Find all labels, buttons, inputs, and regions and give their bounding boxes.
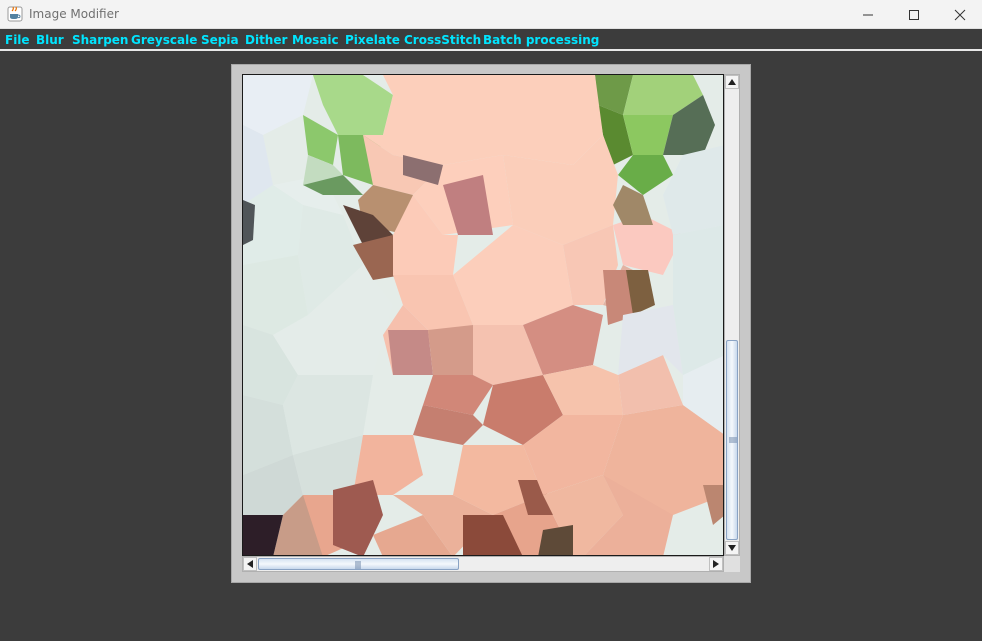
java-coffee-icon bbox=[7, 6, 23, 22]
vertical-scrollbar[interactable] bbox=[724, 74, 740, 556]
title-bar: Image Modifier bbox=[0, 0, 982, 29]
scroll-up-arrow[interactable] bbox=[725, 75, 739, 89]
menu-blur[interactable]: Blur bbox=[36, 33, 64, 47]
menu-sepia[interactable]: Sepia bbox=[201, 33, 239, 47]
chevron-left-icon bbox=[247, 560, 253, 568]
chevron-right-icon bbox=[713, 560, 719, 568]
scroll-right-arrow[interactable] bbox=[709, 557, 723, 571]
horizontal-scroll-thumb[interactable] bbox=[258, 558, 459, 570]
minimize-icon bbox=[863, 14, 873, 15]
maximize-button[interactable] bbox=[891, 0, 937, 29]
scroll-down-arrow[interactable] bbox=[725, 541, 739, 555]
menu-pixelate[interactable]: Pixelate bbox=[345, 33, 400, 47]
menu-crossstitch[interactable]: CrossStitch bbox=[404, 33, 481, 47]
menu-sharpen[interactable]: Sharpen bbox=[72, 33, 128, 47]
menu-file[interactable]: File bbox=[5, 33, 30, 47]
grip-icon bbox=[355, 561, 361, 569]
menu-batch-processing[interactable]: Batch processing bbox=[483, 33, 599, 47]
grip-icon bbox=[729, 437, 737, 443]
menu-bar: File Blur Sharpen Greyscale Sepia Dither… bbox=[0, 29, 982, 51]
close-button[interactable] bbox=[937, 0, 982, 29]
chevron-down-icon bbox=[728, 545, 736, 551]
minimize-button[interactable] bbox=[845, 0, 891, 29]
menu-dither[interactable]: Dither bbox=[245, 33, 287, 47]
close-icon bbox=[954, 9, 966, 20]
vertical-scroll-thumb[interactable] bbox=[726, 340, 738, 540]
scroll-corner bbox=[724, 556, 740, 572]
scroll-left-arrow[interactable] bbox=[243, 557, 257, 571]
window-title: Image Modifier bbox=[29, 7, 119, 21]
menu-mosaic[interactable]: Mosaic bbox=[292, 33, 339, 47]
mosaic-processed-image bbox=[243, 75, 723, 555]
menu-greyscale[interactable]: Greyscale bbox=[131, 33, 197, 47]
image-viewport[interactable] bbox=[242, 74, 724, 556]
chevron-up-icon bbox=[728, 79, 736, 85]
maximize-icon bbox=[909, 9, 919, 20]
horizontal-scrollbar[interactable] bbox=[242, 556, 724, 572]
